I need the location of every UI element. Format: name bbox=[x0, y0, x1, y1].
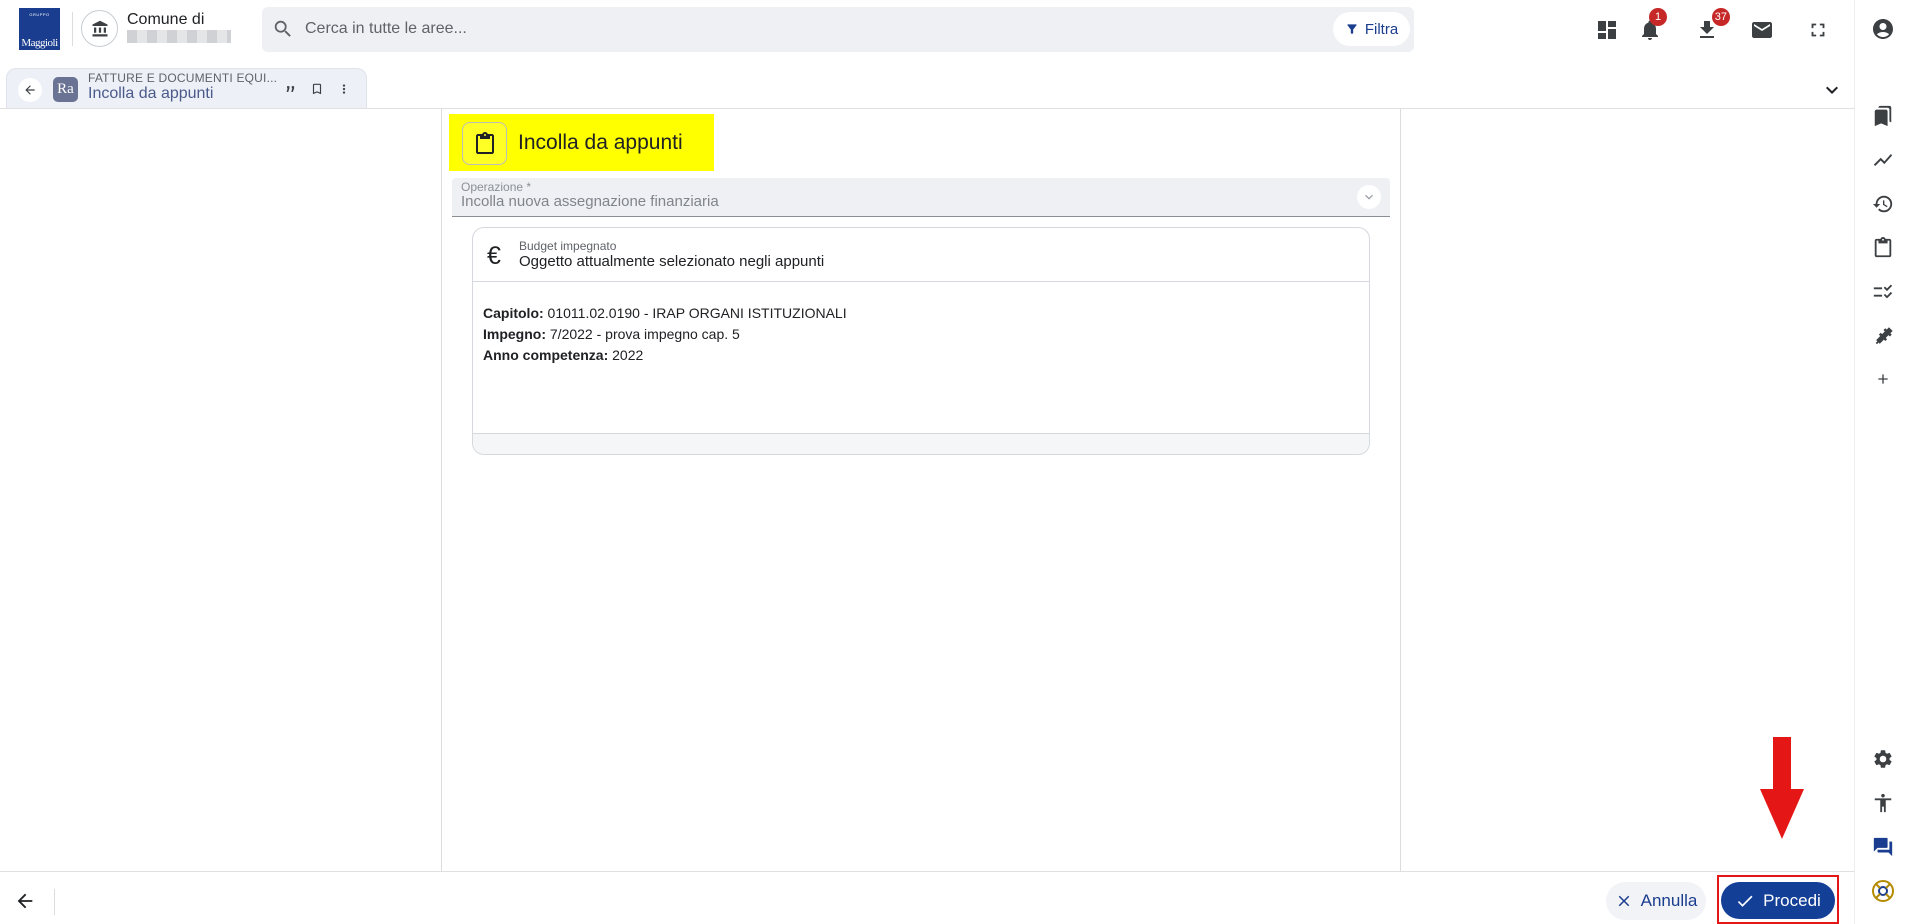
mail-icon bbox=[1752, 22, 1772, 38]
divider bbox=[0, 871, 1854, 872]
notifications-button[interactable]: 1 bbox=[1632, 8, 1668, 48]
card-footer bbox=[473, 433, 1369, 454]
bookmarks-icon bbox=[1874, 105, 1892, 127]
card-line-key: Impegno: bbox=[483, 326, 546, 342]
logo-small-text: GRUPPO bbox=[29, 12, 50, 17]
tab-back-button[interactable] bbox=[18, 78, 42, 102]
lifebuoy-icon bbox=[1872, 880, 1894, 902]
plug-icon bbox=[1875, 327, 1893, 345]
paste-icon-box bbox=[462, 122, 507, 165]
history-button[interactable] bbox=[1869, 190, 1897, 218]
search-icon bbox=[272, 18, 294, 40]
tab-more-button[interactable] bbox=[337, 81, 351, 97]
account-button[interactable] bbox=[1869, 15, 1897, 43]
more-vert-icon bbox=[342, 84, 346, 94]
bookmark-icon bbox=[312, 83, 322, 95]
logo-text: Maggioli bbox=[21, 37, 58, 49]
clipboard-button[interactable] bbox=[1869, 234, 1897, 262]
gear-icon bbox=[1874, 750, 1892, 768]
annotation-arrow bbox=[1760, 737, 1804, 839]
proceed-label: Procedi bbox=[1763, 890, 1821, 910]
card-line-capitolo: Capitolo: 01011.02.0190 - IRAP ORGANI IS… bbox=[483, 305, 847, 321]
tab-title: Incolla da appunti bbox=[88, 85, 214, 102]
fullscreen-button[interactable] bbox=[1800, 12, 1836, 48]
tab-link-button[interactable] bbox=[283, 82, 297, 96]
chat-icon bbox=[1873, 837, 1893, 857]
dashboard-button[interactable] bbox=[1589, 12, 1625, 48]
arrow-back-icon bbox=[25, 85, 35, 95]
euro-icon: € bbox=[487, 242, 501, 270]
divider bbox=[473, 281, 1369, 282]
tabs-expand-button[interactable] bbox=[1820, 78, 1844, 102]
tab-bookmark-button[interactable] bbox=[310, 81, 324, 97]
filter-icon bbox=[1347, 24, 1357, 34]
chevron-down-icon bbox=[1826, 86, 1838, 94]
help-button[interactable] bbox=[1869, 877, 1897, 905]
divider bbox=[72, 12, 73, 46]
panel-border-right bbox=[1400, 109, 1401, 871]
notifications-badge: 1 bbox=[1649, 8, 1667, 26]
chevron-down-icon bbox=[1365, 194, 1373, 200]
search-input[interactable] bbox=[305, 12, 1265, 46]
account-circle-icon bbox=[1873, 19, 1893, 39]
accessibility-icon bbox=[1874, 793, 1892, 813]
checklist-button[interactable] bbox=[1869, 278, 1897, 306]
tab-section-label: FATTURE E DOCUMENTI EQUI... bbox=[88, 71, 278, 85]
card-subtitle: Oggetto attualmente selezionato negli ap… bbox=[519, 253, 825, 270]
card-line-key: Capitolo: bbox=[483, 305, 544, 321]
ente-name-redacted bbox=[127, 30, 231, 43]
proceed-button[interactable]: Procedi bbox=[1721, 882, 1835, 919]
page-title: Incolla da appunti bbox=[518, 131, 683, 154]
card-line-key: Anno competenza: bbox=[483, 347, 609, 363]
app-icon: Ra bbox=[53, 77, 78, 102]
trending-button[interactable] bbox=[1869, 146, 1897, 174]
filter-label: Filtra bbox=[1364, 20, 1399, 38]
right-rail bbox=[1854, 0, 1910, 924]
trending-up-icon bbox=[1873, 154, 1893, 166]
top-bar: GRUPPO Maggioli Comune di Filtra 1 37 bbox=[0, 0, 1854, 58]
settings-button[interactable] bbox=[1869, 745, 1897, 773]
fullscreen-icon bbox=[1811, 23, 1825, 37]
bookmarks-button[interactable] bbox=[1869, 102, 1897, 130]
cancel-label: Annulla bbox=[1640, 891, 1698, 910]
clipboard-paste-icon bbox=[475, 131, 494, 154]
link-icon bbox=[286, 86, 295, 92]
card-line-value: 7/2022 - prova impegno cap. 5 bbox=[546, 326, 740, 342]
arrow-back-icon bbox=[17, 893, 33, 909]
card-line-value: 01011.02.0190 - IRAP ORGANI ISTITUZIONAL… bbox=[543, 305, 847, 321]
plus-icon bbox=[1878, 374, 1888, 384]
divider bbox=[0, 108, 1854, 109]
cancel-button[interactable]: Annulla bbox=[1606, 882, 1706, 920]
operation-dropdown-button[interactable] bbox=[1357, 185, 1381, 209]
accessibility-button[interactable] bbox=[1869, 789, 1897, 817]
ente-selector-button[interactable] bbox=[81, 10, 118, 47]
card-label: Budget impegnato bbox=[519, 239, 617, 253]
divider bbox=[54, 889, 55, 915]
card-line-anno: Anno competenza: 2022 bbox=[483, 347, 643, 363]
history-icon bbox=[1872, 195, 1893, 213]
card-line-value: 2022 bbox=[608, 347, 644, 363]
chat-button[interactable] bbox=[1869, 833, 1897, 861]
check-icon bbox=[1738, 895, 1753, 907]
filter-button[interactable]: Filtra bbox=[1333, 12, 1410, 46]
downloads-button[interactable]: 37 bbox=[1689, 8, 1730, 48]
building-icon bbox=[92, 20, 107, 36]
operation-label: Operazione * bbox=[461, 180, 532, 194]
close-icon bbox=[1618, 895, 1629, 907]
clipboard-icon bbox=[1874, 237, 1892, 258]
operation-value: Incolla nuova assegnazione finanziaria bbox=[461, 193, 719, 210]
panel-border-left bbox=[441, 109, 442, 871]
mail-button[interactable] bbox=[1744, 12, 1780, 48]
checklist-icon bbox=[1873, 284, 1893, 299]
maggioli-logo[interactable]: GRUPPO Maggioli bbox=[19, 8, 60, 50]
card-line-impegno: Impegno: 7/2022 - prova impegno cap. 5 bbox=[483, 326, 740, 342]
dashboard-icon bbox=[1598, 21, 1616, 39]
add-button[interactable] bbox=[1869, 365, 1897, 393]
ente-label: Comune di bbox=[127, 11, 205, 28]
plugins-button[interactable] bbox=[1869, 322, 1897, 350]
back-button[interactable] bbox=[8, 884, 42, 918]
downloads-badge: 37 bbox=[1711, 8, 1730, 26]
